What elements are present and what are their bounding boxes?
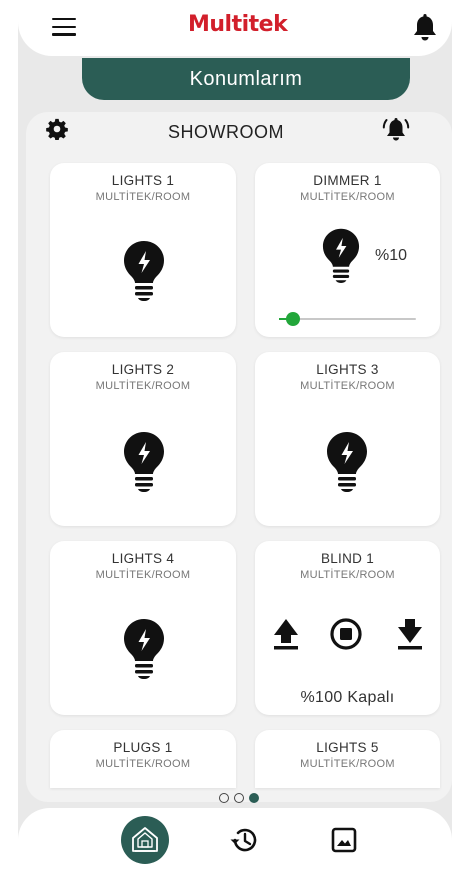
device-subtitle: MULTİTEK/ROOM	[95, 569, 191, 581]
device-title: BLIND 1	[320, 551, 375, 566]
page-dot-2[interactable]	[234, 793, 244, 803]
history-icon[interactable]	[228, 824, 260, 856]
device-subtitle: MULTİTEK/ROOM	[300, 191, 395, 203]
dimmer-slider-thumb[interactable]	[285, 312, 300, 326]
device-card-blind-1[interactable]: BLIND 1 MULTİTEK/ROOM %100 Kapalı	[255, 541, 440, 715]
bulb-icon	[124, 241, 164, 301]
device-card-lights-1[interactable]: LIGHTS 1 MULTİTEK/ROOM	[50, 163, 236, 337]
device-title: LIGHTS 2	[111, 362, 175, 377]
device-title: LIGHTS 5	[316, 740, 379, 755]
page-dot-3[interactable]	[249, 793, 259, 803]
page-indicator	[219, 793, 259, 803]
home-icon	[132, 827, 158, 852]
device-subtitle: MULTİTEK/ROOM	[95, 380, 191, 392]
bell-icon[interactable]	[412, 12, 438, 42]
device-title: LIGHTS 3	[316, 362, 379, 377]
location-tab[interactable]: Konumlarım	[82, 58, 410, 100]
top-bar: Multitek	[18, 0, 452, 56]
bulb-icon	[124, 619, 164, 679]
device-title: LIGHTS 4	[111, 551, 175, 566]
device-subtitle: MULTİTEK/ROOM	[300, 380, 395, 392]
device-card-lights-2[interactable]: LIGHTS 2 MULTİTEK/ROOM	[50, 352, 236, 526]
device-subtitle: MULTİTEK/ROOM	[300, 569, 395, 581]
nav-home-button[interactable]	[121, 816, 169, 864]
device-card-lights-4[interactable]: LIGHTS 4 MULTİTEK/ROOM	[50, 541, 236, 715]
device-subtitle: MULTİTEK/ROOM	[95, 191, 191, 203]
image-icon[interactable]	[330, 826, 358, 854]
hamburger-menu-icon[interactable]	[52, 18, 76, 36]
location-title: Konumlarım	[189, 67, 303, 90]
device-subtitle: MULTİTEK/ROOM	[300, 758, 395, 770]
brand-logo: Multitek	[188, 12, 288, 37]
bulb-icon	[322, 228, 360, 283]
device-card-lights-5[interactable]: LIGHTS 5 MULTİTEK/ROOM	[255, 730, 440, 788]
bulb-icon	[124, 432, 164, 492]
blind-down-icon[interactable]	[395, 617, 425, 651]
device-subtitle: MULTİTEK/ROOM	[95, 758, 191, 770]
device-title: LIGHTS 1	[111, 173, 175, 188]
device-card-lights-3[interactable]: LIGHTS 3 MULTİTEK/ROOM	[255, 352, 440, 526]
device-title: PLUGS 1	[113, 740, 173, 755]
bulb-icon	[327, 432, 367, 492]
page-dot-1[interactable]	[219, 793, 229, 803]
blind-up-icon[interactable]	[271, 617, 301, 651]
device-card-plugs-1[interactable]: PLUGS 1 MULTİTEK/ROOM	[50, 730, 236, 788]
blind-status: %100 Kapalı	[300, 689, 395, 706]
bell-ring-icon[interactable]	[382, 115, 410, 143]
blind-stop-icon[interactable]	[329, 617, 363, 651]
device-title: DIMMER 1	[313, 173, 382, 188]
device-card-dimmer-1[interactable]: DIMMER 1 MULTİTEK/ROOM %10	[255, 163, 440, 337]
dimmer-level: %10	[375, 247, 408, 264]
